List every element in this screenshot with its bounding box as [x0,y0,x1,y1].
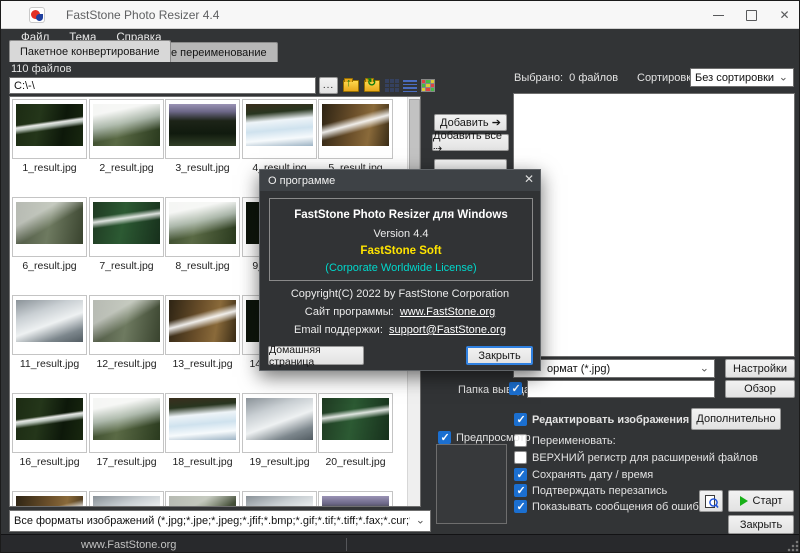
show-errors-label: Показывать сообщения об ошибках [532,501,715,513]
about-dialog-titlebar[interactable]: О программе ✕ [260,170,540,191]
maximize-button[interactable] [735,1,768,29]
uppercase-ext-checkbox[interactable] [514,451,527,464]
list-item[interactable]: 16_result.jpg [12,393,87,468]
list-item[interactable] [165,491,240,507]
site-link[interactable]: www.FastStone.org [400,306,495,318]
company-name: FastStone Soft [270,245,532,257]
list-item[interactable]: 20_result.jpg [318,393,393,468]
show-errors-checkbox[interactable] [514,500,527,513]
copyright-text: Copyright(C) 2022 by FastStone Corporati… [260,288,540,300]
tab-batch-convert[interactable]: Пакетное конвертирование [9,40,171,62]
keep-date-checkbox[interactable] [514,468,527,481]
output-format-dropdown[interactable]: ормат (*.jpg)⌄ [513,359,715,378]
about-info-box: FastStone Photo Resizer для Windows Vers… [269,198,533,281]
product-name: FastStone Photo Resizer для Windows [270,209,532,221]
list-item[interactable] [12,491,87,507]
selected-label: Выбрано: 0 файлов [514,72,618,84]
edit-images-checkbox[interactable] [514,413,527,426]
confirm-overwrite-checkbox[interactable] [514,484,527,497]
play-icon [740,496,748,506]
list-item[interactable] [318,491,393,507]
keep-date-label: Сохранять дату / время [532,469,653,481]
list-item[interactable] [242,491,317,507]
app-window: FastStone Photo Resizer 4.4 Файл Тема Сп… [0,0,800,553]
list-item[interactable]: 4_result.jpg [242,99,317,174]
thumbnail-view-icon[interactable] [385,77,402,94]
browse-path-button[interactable]: ... [319,77,338,94]
confirm-overwrite-label: Подтверждать перезапись [532,485,667,497]
email-link[interactable]: support@FastStone.org [389,324,506,336]
faststone-link[interactable]: www.FastStone.org [81,539,176,551]
about-close-button[interactable]: Закрыть [466,346,533,365]
list-item[interactable]: 8_result.jpg [165,197,240,272]
tab-row: Пакетное конвертирование Пакетное переим… [1,40,800,62]
list-item[interactable]: 7_result.jpg [89,197,164,272]
add-all-button[interactable]: Добавить все ⇢ [432,134,509,151]
preview-result-button[interactable] [699,490,723,512]
titlebar: FastStone Photo Resizer 4.4 [1,1,800,29]
list-item[interactable]: 13_result.jpg [165,295,240,370]
selected-files-list[interactable] [513,93,795,357]
settings-button[interactable]: Настройки [725,359,795,378]
site-row: Сайт программы: www.FastStone.org [260,306,540,318]
path-input[interactable]: C:\-\ [9,77,316,94]
chevron-down-icon: ⌄ [779,70,788,83]
folder-up-icon[interactable]: ↑ [343,77,360,94]
window-title: FastStone Photo Resizer 4.4 [66,8,219,22]
uppercase-ext-label: ВЕРХНИЙ регистр для расширений файлов [532,452,758,464]
preview-checkbox[interactable] [438,431,451,444]
chevron-down-icon: ⌄ [416,513,425,526]
close-window-button[interactable] [768,1,800,29]
statusbar: www.FastStone.org [1,534,800,553]
preview-pane [436,444,507,524]
app-logo-icon [29,7,45,23]
list-item[interactable]: 1_result.jpg [12,99,87,174]
file-count-label: 110 файлов [11,63,71,75]
list-item[interactable]: 6_result.jpg [12,197,87,272]
start-button[interactable]: Старт [728,490,794,512]
status-separator [346,538,347,551]
list-item[interactable]: 18_result.jpg [165,393,240,468]
magnifier-document-icon [704,494,719,509]
output-folder-checkbox[interactable] [509,382,522,395]
list-item[interactable]: 2_result.jpg [89,99,164,174]
product-version: Version 4.4 [270,228,532,240]
license-type: (Corporate Worldwide License) [270,262,532,274]
about-dialog-title: О программе [268,175,335,187]
rename-label: Переименовать: [532,435,616,447]
email-row: Email поддержки: support@FastStone.org [260,324,540,336]
list-item[interactable]: 12_result.jpg [89,295,164,370]
details-view-icon[interactable] [421,77,438,94]
list-item[interactable]: 5_result.jpg [318,99,393,174]
list-item[interactable]: 17_result.jpg [89,393,164,468]
preview-label: Предпросмотр [456,432,531,444]
sort-dropdown[interactable]: Без сортировки⌄ [690,68,794,87]
list-item[interactable]: 3_result.jpg [165,99,240,174]
resize-grip[interactable] [787,540,799,552]
output-folder-input[interactable] [527,380,715,398]
minimize-button[interactable] [702,1,735,29]
home-page-button[interactable]: Домашняя страница [268,346,364,365]
format-filter-dropdown[interactable]: Все форматы изображений (*.jpg;*.jpe;*.j… [9,510,431,532]
about-dialog: О программе ✕ FastStone Photo Resizer дл… [259,169,541,371]
edit-images-label: Редактировать изображения [532,414,689,426]
add-button[interactable]: Добавить ➔ [434,114,507,131]
refresh-folder-icon[interactable]: ↻ [364,77,381,94]
about-close-icon[interactable]: ✕ [524,172,534,186]
advanced-button[interactable]: Дополнительно [691,408,781,430]
chevron-down-icon: ⌄ [700,361,709,374]
close-button[interactable]: Закрыть [728,515,794,534]
browse-output-button[interactable]: Обзор [725,380,795,398]
list-view-icon[interactable] [403,77,420,94]
list-item[interactable]: 11_result.jpg [12,295,87,370]
list-item[interactable] [89,491,164,507]
list-item[interactable]: 19_result.jpg [242,393,317,468]
